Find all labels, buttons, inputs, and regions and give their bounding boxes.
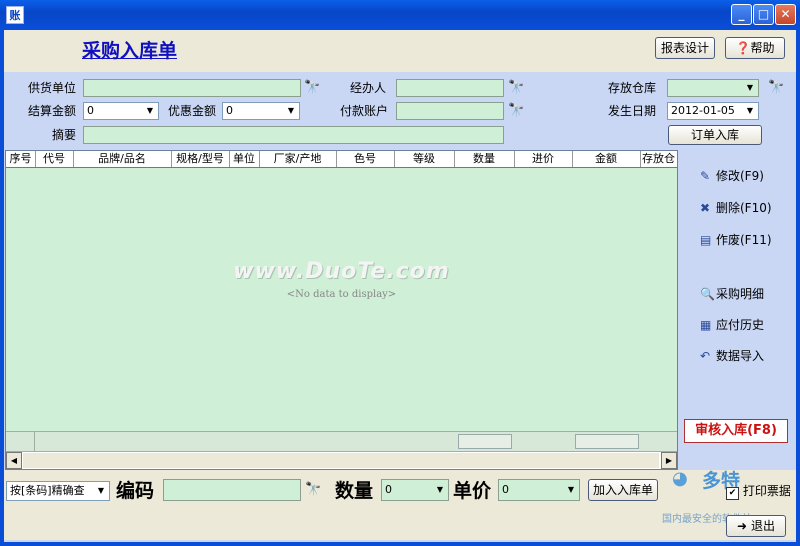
horizontal-scrollbar[interactable]: ◀ ▶: [6, 451, 677, 469]
void-icon: ▤: [700, 233, 712, 247]
chevron-down-icon: ▼: [97, 486, 105, 495]
scroll-left-button[interactable]: ◀: [6, 452, 22, 469]
handler-field[interactable]: [396, 79, 504, 97]
grid-col-header[interactable]: 序号: [6, 151, 36, 167]
help-button[interactable]: ❓帮助: [725, 37, 785, 59]
magnifier-icon: 🔍: [700, 287, 715, 301]
account-label: 付款账户: [339, 104, 388, 118]
empty-message: <No data to display>: [286, 289, 397, 300]
app-icon: 账: [6, 6, 24, 24]
amount-total-cell: [575, 434, 639, 449]
code-input[interactable]: [163, 479, 301, 501]
grid-col-header[interactable]: 数量: [454, 151, 515, 167]
audit-button[interactable]: 审核入库(F8): [684, 419, 788, 443]
delete-icon: ✖: [700, 201, 711, 215]
warehouse-select[interactable]: ▼: [667, 79, 759, 97]
grid-col-header[interactable]: 代号: [35, 151, 74, 167]
grid-col-header[interactable]: 色号: [336, 151, 395, 167]
payable-history-button[interactable]: ▦ 应付历史: [700, 316, 764, 334]
maximize-button[interactable]: □: [753, 4, 774, 25]
warehouse-label: 存放仓库: [607, 81, 656, 95]
qty-total-cell: [458, 434, 512, 449]
chevron-down-icon: ▼: [146, 106, 154, 115]
grid-col-header[interactable]: 存放仓: [640, 151, 677, 167]
history-icon: ▦: [700, 318, 712, 332]
binoculars-icon[interactable]: 🔭: [768, 80, 784, 96]
items-grid[interactable]: 序号 代号 品牌/品名 规格/型号 单位 厂家/产地 色号 等级 数量 进价 金…: [5, 150, 678, 470]
exit-icon: ➜: [737, 519, 748, 533]
grid-footer: [6, 431, 677, 451]
supplier-label: 供货单位: [27, 81, 76, 95]
divider: [34, 432, 35, 451]
edit-icon: ✎: [700, 169, 711, 183]
date-picker[interactable]: 2012-01-05 ▼: [667, 102, 759, 120]
logo-icon: ◕: [672, 468, 688, 489]
settle-amount-select[interactable]: 0 ▼: [83, 102, 159, 120]
handler-label: 经办人: [349, 81, 386, 95]
memo-field[interactable]: [83, 126, 504, 144]
minimize-button[interactable]: _: [731, 4, 752, 25]
purchase-detail-button[interactable]: 🔍采购明细: [700, 285, 764, 303]
close-button[interactable]: ✕: [775, 4, 796, 25]
undo-arrow-icon: ↶: [700, 349, 711, 363]
code-label: 编码: [116, 480, 155, 502]
binoculars-icon[interactable]: 🔭: [508, 80, 524, 96]
add-to-receipt-button[interactable]: 加入入库单: [588, 479, 658, 501]
chevron-down-icon: ▼: [287, 106, 295, 115]
title-bar: [0, 0, 800, 30]
discount-amount-select[interactable]: 0 ▼: [222, 102, 300, 120]
grid-col-header[interactable]: 厂家/产地: [259, 151, 337, 167]
settle-label: 结算金额: [27, 104, 76, 118]
chevron-down-icon: ▼: [567, 485, 575, 494]
search-mode-select[interactable]: 按[条码]精确查 ▼: [6, 481, 110, 501]
order-in-button[interactable]: 订单入库: [668, 125, 762, 145]
void-button[interactable]: ▤ 作废(F11): [700, 231, 772, 249]
grid-col-header[interactable]: 品牌/品名: [73, 151, 172, 167]
chevron-down-icon: ▼: [746, 106, 754, 115]
chevron-down-icon: ▼: [436, 485, 444, 494]
report-design-button[interactable]: 报表设计: [655, 37, 715, 59]
price-label: 单价: [453, 480, 492, 502]
edit-button[interactable]: ✎ 修改(F9): [700, 167, 764, 185]
grid-col-header[interactable]: 等级: [394, 151, 455, 167]
grid-col-header[interactable]: 进价: [514, 151, 573, 167]
page-title: 采购入库单: [82, 40, 178, 62]
print-checkbox[interactable]: ✔ 打印票据: [726, 484, 791, 500]
price-input[interactable]: 0 ▼: [498, 479, 580, 501]
binoculars-icon[interactable]: 🔭: [305, 482, 321, 498]
binoculars-icon[interactable]: 🔭: [508, 103, 524, 119]
discount-label: 优惠金额: [167, 104, 216, 118]
grid-col-header[interactable]: 单位: [229, 151, 260, 167]
chevron-down-icon: ▼: [746, 83, 754, 92]
delete-button[interactable]: ✖ 删除(F10): [700, 199, 772, 217]
grid-col-header[interactable]: 金额: [572, 151, 641, 167]
grid-col-header[interactable]: 规格/型号: [171, 151, 230, 167]
scroll-track[interactable]: [23, 453, 659, 468]
supplier-field[interactable]: [83, 79, 301, 97]
date-label: 发生日期: [607, 104, 656, 118]
watermark: www.DuoTe.com: [233, 259, 450, 284]
exit-button[interactable]: ➜ 退出: [726, 515, 786, 537]
qty-input[interactable]: 0 ▼: [381, 479, 449, 501]
qty-label: 数量: [335, 480, 374, 502]
account-field[interactable]: [396, 102, 504, 120]
check-icon: ✔: [726, 487, 739, 500]
binoculars-icon[interactable]: 🔭: [304, 80, 320, 96]
data-import-button[interactable]: ↶ 数据导入: [700, 347, 764, 365]
memo-label: 摘要: [51, 128, 76, 142]
grid-header: 序号 代号 品牌/品名 规格/型号 单位 厂家/产地 色号 等级 数量 进价 金…: [6, 151, 677, 168]
help-icon: ❓: [735, 41, 751, 55]
